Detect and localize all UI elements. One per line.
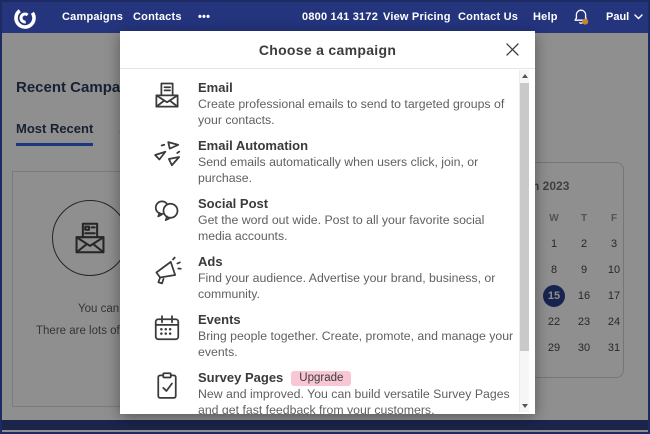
paper-planes-icon bbox=[152, 138, 182, 186]
calendar-icon bbox=[152, 312, 182, 360]
campaign-option-description: Create professional emails to send to ta… bbox=[198, 97, 519, 128]
campaign-option-title: Ads bbox=[198, 254, 223, 270]
campaign-option-social-post[interactable]: Social PostGet the word out wide. Post t… bbox=[152, 191, 519, 249]
campaign-option-text: Social PostGet the word out wide. Post t… bbox=[198, 196, 519, 244]
campaign-option-description: New and improved. You can build versatil… bbox=[198, 387, 519, 414]
nav-item-more[interactable]: ••• bbox=[198, 11, 210, 23]
campaign-option-description: Send emails automatically when users cli… bbox=[198, 155, 519, 186]
close-icon[interactable] bbox=[503, 40, 521, 58]
upgrade-badge: Upgrade bbox=[291, 371, 351, 386]
campaign-option-description: Find your audience. Advertise your brand… bbox=[198, 271, 519, 302]
campaign-option-text: EventsBring people together. Create, pro… bbox=[198, 312, 519, 360]
app-window: Campaigns Contacts ••• 0800 141 3172 View P… bbox=[0, 0, 650, 434]
campaign-option-title: Email bbox=[198, 80, 233, 96]
campaign-option-email-automation[interactable]: Email AutomationSend emails automaticall… bbox=[152, 133, 519, 191]
nav-item-contacts[interactable]: Contacts bbox=[133, 11, 182, 23]
nav-item-view-pricing[interactable]: View Pricing bbox=[383, 11, 451, 23]
campaign-option-text: AdsFind your audience. Advertise your br… bbox=[198, 254, 519, 302]
nav-item-help[interactable]: Help bbox=[533, 11, 558, 23]
megaphone-icon bbox=[152, 254, 182, 302]
campaign-option-title: Events bbox=[198, 312, 241, 328]
modal-scrollbar[interactable] bbox=[519, 70, 529, 412]
campaign-option-events[interactable]: EventsBring people together. Create, pro… bbox=[152, 307, 519, 365]
constant-contact-logo-icon[interactable] bbox=[12, 5, 38, 36]
scroll-up-arrow-icon[interactable] bbox=[522, 74, 528, 78]
campaign-option-email[interactable]: EmailCreate professional emails to send … bbox=[152, 75, 519, 133]
nav-item-campaigns[interactable]: Campaigns bbox=[62, 11, 123, 23]
choose-campaign-modal: Choose a campaign EmailCreate profession… bbox=[120, 31, 535, 414]
campaign-option-title: Email Automation bbox=[198, 138, 308, 154]
campaign-option-title: Social Post bbox=[198, 196, 268, 212]
campaign-option-text: Email AutomationSend emails automaticall… bbox=[198, 138, 519, 186]
clipboard-check-icon bbox=[152, 370, 182, 414]
scrollbar-thumb[interactable] bbox=[520, 83, 529, 351]
campaign-option-description: Bring people together. Create, promote, … bbox=[198, 329, 519, 360]
campaign-option-description: Get the word out wide. Post to all your … bbox=[198, 213, 519, 244]
user-name: Paul bbox=[606, 11, 629, 23]
campaign-option-title: Survey Pages bbox=[198, 370, 283, 386]
top-navbar: Campaigns Contacts ••• 0800 141 3172 View P… bbox=[2, 2, 648, 33]
user-menu[interactable]: Paul bbox=[606, 11, 643, 23]
modal-header: Choose a campaign bbox=[120, 31, 535, 69]
campaign-option-ads[interactable]: AdsFind your audience. Advertise your br… bbox=[152, 249, 519, 307]
nav-item-contact-us[interactable]: Contact Us bbox=[458, 11, 518, 23]
speech-bubbles-icon bbox=[152, 196, 182, 244]
email-icon bbox=[152, 80, 182, 128]
campaign-type-list: EmailCreate professional emails to send … bbox=[120, 70, 519, 414]
nav-item-0800-141-3172[interactable]: 0800 141 3172 bbox=[302, 11, 378, 23]
modal-title: Choose a campaign bbox=[259, 42, 396, 58]
campaign-option-text: Survey Pages UpgradeNew and improved. You… bbox=[198, 370, 519, 414]
campaign-option-text: EmailCreate professional emails to send … bbox=[198, 80, 519, 128]
campaign-option-survey-pages[interactable]: Survey Pages UpgradeNew and improved. You… bbox=[152, 365, 519, 414]
scroll-down-arrow-icon[interactable] bbox=[522, 404, 528, 408]
chevron-down-icon bbox=[634, 14, 643, 20]
notifications-bell-icon[interactable] bbox=[572, 8, 590, 31]
